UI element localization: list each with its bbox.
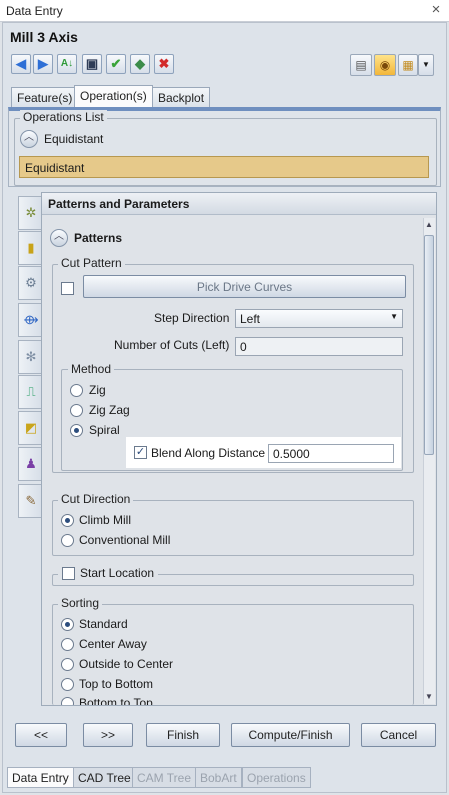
panel-title: Patterns and Parameters — [42, 193, 436, 215]
cut-pattern-label: Cut Pattern — [58, 256, 125, 270]
list-item[interactable]: Equidistant — [19, 156, 429, 178]
sorting-center-away-label: Center Away — [79, 637, 147, 651]
sorting-top-bottom-label: Top to Bottom — [79, 677, 154, 691]
sorting-bottom-top-label: Bottom to Top — [79, 696, 153, 705]
radio-spiral[interactable] — [70, 424, 83, 437]
verify-icon[interactable]: ◆ — [130, 54, 150, 74]
radio-bottom-to-top[interactable] — [61, 697, 74, 705]
window-title-bar: Data Entry × — [0, 0, 449, 22]
chevron-down-icon: ▼ — [390, 312, 398, 321]
arrow-right-icon[interactable]: ▶ — [33, 54, 53, 74]
collapse-icon[interactable]: ︿ — [50, 229, 68, 247]
num-cuts-input[interactable]: 0 — [235, 337, 403, 356]
save-icon[interactable]: ▣ — [82, 54, 102, 74]
operations-list-label: Operations List — [20, 110, 107, 124]
delete-icon[interactable]: ✖ — [154, 54, 174, 74]
scrollbar-thumb[interactable] — [424, 235, 434, 455]
operations-header: Equidistant — [44, 132, 104, 146]
cut-direction-group — [52, 500, 414, 556]
radio-zig[interactable] — [70, 384, 83, 397]
tab-bobart[interactable]: BobArt — [195, 767, 242, 788]
scroll-up-icon[interactable]: ▲ — [425, 220, 433, 229]
pick-drive-curves-button[interactable]: Pick Drive Curves — [83, 275, 406, 298]
method-zig-label: Zig — [89, 383, 106, 397]
settings-gears-icon[interactable]: ⚙ — [18, 266, 43, 300]
compute-finish-button[interactable]: Compute/Finish — [231, 723, 350, 747]
eye-icon[interactable]: ◉ — [374, 54, 396, 76]
scroll-down-icon[interactable]: ▼ — [425, 692, 433, 701]
tab-data-entry[interactable]: Data Entry — [7, 767, 74, 788]
cut-direction-label: Cut Direction — [58, 492, 134, 506]
all-down-icon[interactable]: A↓ — [57, 54, 77, 74]
close-icon[interactable]: × — [427, 1, 445, 19]
tab-operations-bottom[interactable]: Operations — [242, 767, 311, 788]
step-direction-label: Step Direction — [154, 311, 230, 325]
climb-mill-label: Climb Mill — [79, 513, 131, 527]
tab-cad-tree[interactable]: CAD Tree — [73, 767, 136, 788]
tab-features[interactable]: Feature(s) — [11, 87, 79, 107]
cancel-button[interactable]: Cancel — [361, 723, 436, 747]
edit-icon[interactable]: ✎ — [18, 484, 43, 518]
blend-label: Blend Along Distance — [151, 446, 266, 460]
method-label: Method — [68, 362, 115, 376]
num-cuts-label: Number of Cuts (Left) — [114, 338, 230, 352]
step-icon[interactable]: ⎍ — [18, 375, 43, 409]
pick-drive-checkbox[interactable] — [61, 282, 74, 295]
radio-climb-mill[interactable] — [61, 514, 74, 527]
blend-checkbox[interactable]: ✓ — [134, 446, 147, 459]
part-icon[interactable]: ◩ — [18, 411, 43, 445]
section-title: Patterns — [74, 231, 123, 245]
sorting-outside-label: Outside to Center — [79, 657, 174, 671]
clipboard-icon[interactable]: ▤ — [350, 54, 372, 76]
collapse-icon[interactable]: ︿ — [20, 130, 38, 148]
page-title: Mill 3 Axis — [10, 29, 78, 45]
start-location-label: Start Location — [80, 566, 155, 580]
step-direction-value: Left — [240, 312, 261, 326]
radio-center-away[interactable] — [61, 638, 74, 651]
radio-outside-to-center[interactable] — [61, 658, 74, 671]
conventional-mill-label: Conventional Mill — [79, 533, 171, 547]
radio-top-to-bottom[interactable] — [61, 678, 74, 691]
radio-zig-zag[interactable] — [70, 404, 83, 417]
radio-standard[interactable] — [61, 618, 74, 631]
tab-backplot[interactable]: Backplot — [152, 87, 211, 107]
method-spiral-label: Spiral — [89, 423, 120, 437]
arrow-left-icon[interactable]: ◀ — [11, 54, 31, 74]
options-icon[interactable]: ▦ — [398, 54, 418, 76]
link-icon[interactable]: ♟ — [18, 447, 43, 481]
finish-button[interactable]: Finish — [146, 723, 220, 747]
tool-icon[interactable]: ▮ — [18, 231, 43, 265]
check-icon[interactable]: ✔ — [106, 54, 126, 74]
radio-conventional-mill[interactable] — [61, 534, 74, 547]
method-zigzag-label: Zig Zag — [89, 403, 130, 417]
tab-cam-tree[interactable]: CAM Tree — [132, 767, 197, 788]
cog-icon[interactable]: ✻ — [18, 340, 43, 374]
sorting-label: Sorting — [58, 596, 103, 610]
chevron-down-icon[interactable]: ▼ — [418, 54, 434, 76]
start-location-checkbox[interactable] — [62, 567, 75, 580]
step-direction-select[interactable]: Left ▼ — [235, 309, 403, 328]
next-button[interactable]: >> — [83, 723, 133, 747]
window-title: Data Entry — [6, 4, 63, 18]
toolpath-icon[interactable]: ⟴ — [18, 303, 43, 337]
sorting-standard-label: Standard — [79, 617, 128, 631]
prev-button[interactable]: << — [15, 723, 67, 747]
gear-icon[interactable]: ✲ — [18, 196, 43, 230]
blend-distance-input[interactable]: 0.5000 — [268, 444, 394, 463]
tab-operations[interactable]: Operation(s) — [74, 85, 153, 108]
